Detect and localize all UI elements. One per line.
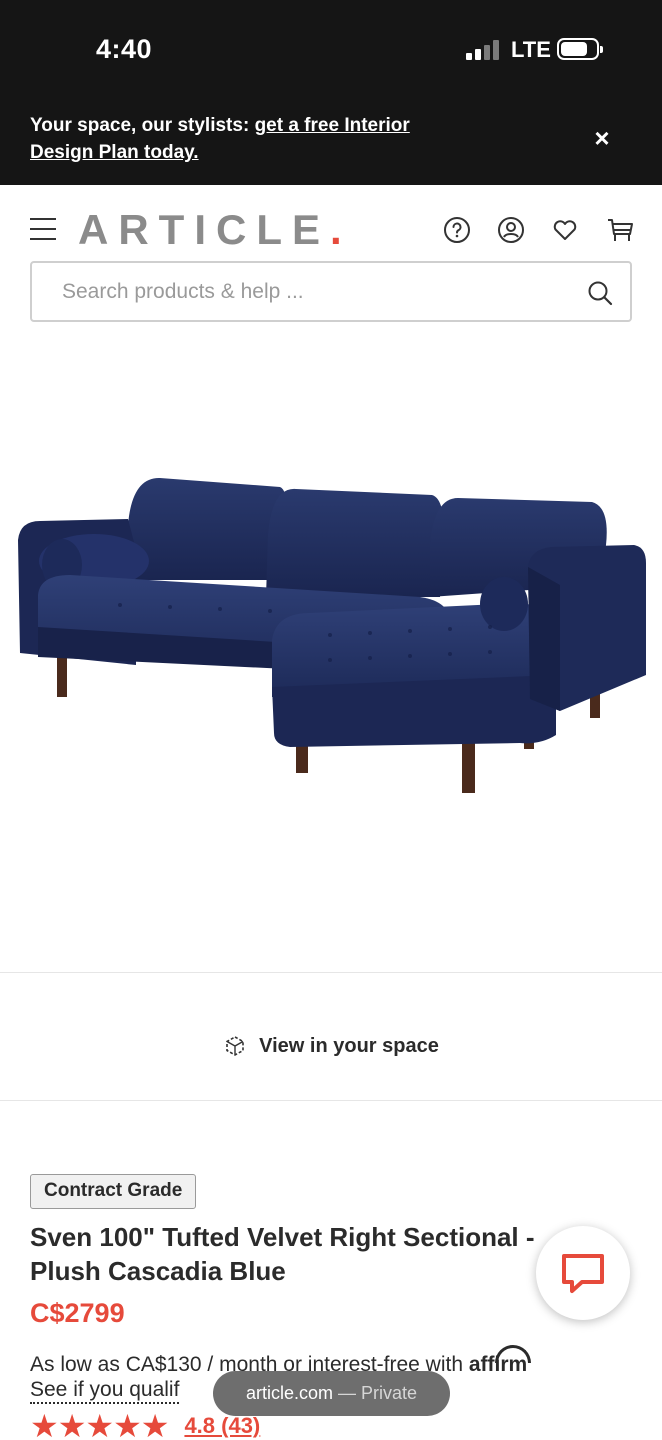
product-price: C$2799 (30, 1298, 125, 1328)
search-icon[interactable] (586, 279, 614, 307)
product-rating[interactable]: ★★★★★ 4.8 (43) (30, 1410, 260, 1440)
rating-value[interactable]: 4.8 (43) (184, 1413, 260, 1439)
heart-icon[interactable] (551, 216, 579, 244)
network-label: LTE (511, 37, 551, 62)
contract-grade-badge: Contract Grade (30, 1174, 197, 1209)
ar-cube-icon (226, 1036, 244, 1056)
url-domain: article.com (245, 1383, 333, 1403)
logo[interactable]: ARTICLE. (78, 206, 352, 254)
chat-icon (562, 1254, 604, 1293)
signal-icon (466, 40, 500, 60)
top-bar: 4:40 LTE Your space, our stylists: get a… (0, 0, 662, 185)
cart-icon[interactable] (606, 216, 634, 244)
star-rating-icon: ★★★★★ (30, 1408, 169, 1440)
private-label: — Private (333, 1383, 418, 1403)
menu-icon[interactable] (30, 218, 56, 240)
help-icon[interactable] (443, 216, 471, 244)
close-icon[interactable]: × (588, 124, 616, 152)
affirm-logo: affirm (469, 1345, 532, 1376)
browser-url-pill[interactable]: article.com — Private (213, 1371, 450, 1416)
qualify-link[interactable]: See if you qualif (30, 1378, 180, 1404)
search-input[interactable] (62, 275, 562, 309)
chat-button[interactable] (536, 1226, 630, 1320)
logo-text: ARTICLE (78, 206, 330, 253)
view-in-space-button[interactable]: View in your space (0, 1020, 662, 1072)
status-time: 4:40 (96, 34, 153, 64)
promo-text: Your space, our stylists: (30, 115, 255, 136)
affirm-arc (495, 1345, 532, 1363)
battery-icon (557, 38, 603, 60)
search-bar (30, 261, 632, 322)
promo-banner: Your space, our stylists: get a free Int… (30, 112, 470, 166)
divider (0, 972, 662, 973)
view-in-space-label: View in your space (259, 1034, 439, 1057)
account-icon[interactable] (497, 216, 525, 244)
logo-dot: . (330, 206, 352, 253)
product-image[interactable] (0, 335, 662, 955)
product-title: Sven 100" Tufted Velvet Right Sectional … (30, 1222, 535, 1286)
divider (0, 1100, 662, 1101)
